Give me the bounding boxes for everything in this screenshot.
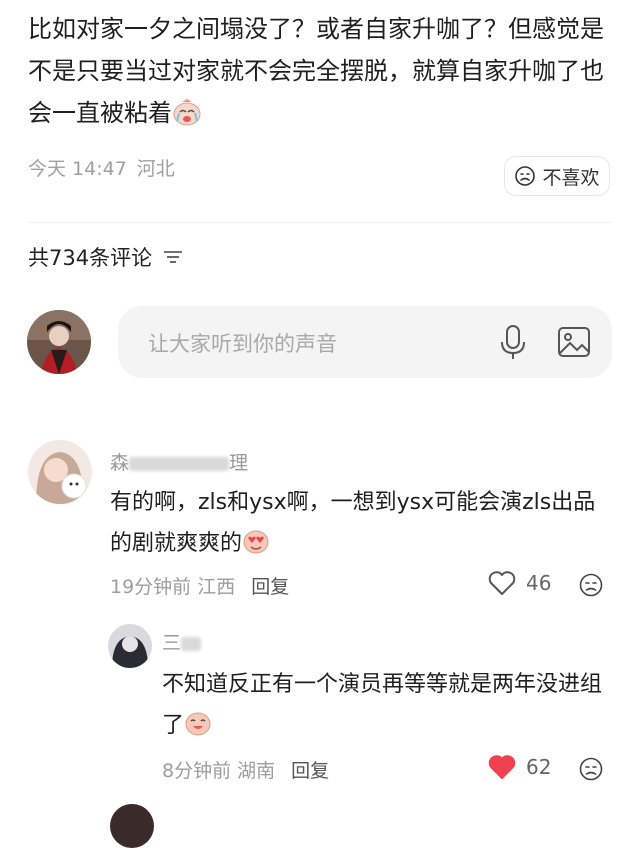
crying-face-emoji-icon bbox=[173, 99, 201, 126]
commenter-avatar[interactable] bbox=[28, 440, 92, 504]
comment-text[interactable]: 不知道反正有一个演员再等等就是两年没进组了 bbox=[162, 664, 614, 746]
comment-location: 湖南 bbox=[237, 760, 276, 782]
post-meta: 今天 14:47 河北 bbox=[28, 154, 175, 181]
comment-time: 8分钟前 bbox=[162, 760, 232, 782]
comment-count-header: 共734条评论 bbox=[28, 242, 184, 272]
post-location: 河北 bbox=[136, 158, 175, 180]
heart-eyes-emoji-icon bbox=[243, 530, 269, 554]
comment-text[interactable]: 有的啊，zls和ysx啊，一想到ysx可能会演zls出品的剧就爽爽的 bbox=[110, 482, 610, 564]
commenter-name-tail: 理 bbox=[229, 452, 249, 474]
dislike-face-icon[interactable] bbox=[578, 572, 604, 598]
commenter-name-visible: 森 bbox=[110, 452, 130, 474]
heart-outline-icon bbox=[488, 571, 516, 595]
reply-button[interactable]: 回复 bbox=[251, 572, 289, 599]
commenter-avatar[interactable] bbox=[110, 804, 154, 848]
dislike-button[interactable]: 不喜欢 bbox=[504, 156, 610, 196]
reply-button[interactable]: 回复 bbox=[291, 756, 329, 783]
comment-text-content: 有的啊，zls和ysx啊，一想到ysx可能会演zls出品的剧就爽爽的 bbox=[110, 490, 596, 556]
like-count: 46 bbox=[526, 571, 552, 595]
heart-filled-icon bbox=[488, 755, 516, 779]
dislike-label: 不喜欢 bbox=[542, 166, 600, 189]
post-text: 比如对家一夕之间塌没了？或者自家升咖了？但感觉是不是只要当过对家就不会完全摆脱，… bbox=[28, 8, 618, 134]
commenter-name[interactable]: 三 bbox=[162, 628, 202, 655]
like-button[interactable]: 46 bbox=[488, 570, 551, 596]
comment-location: 江西 bbox=[197, 576, 236, 598]
post-text-content: 比如对家一夕之间塌没了？或者自家升咖了？但感觉是不是只要当过对家就不会完全摆脱，… bbox=[28, 15, 604, 127]
sad-face-icon bbox=[515, 166, 536, 186]
comment-time: 19分钟前 bbox=[110, 576, 192, 598]
commenter-name-visible: 三 bbox=[162, 632, 182, 654]
comment-input-placeholder: 让大家听到你的声音 bbox=[148, 332, 337, 356]
comment-text-content: 不知道反正有一个演员再等等就是两年没进组了 bbox=[162, 672, 603, 738]
like-button[interactable]: 62 bbox=[488, 754, 551, 780]
divider bbox=[28, 222, 612, 223]
commenter-name[interactable]: 森理 bbox=[110, 448, 248, 475]
current-user-avatar[interactable] bbox=[27, 310, 91, 374]
post-time: 今天 14:47 bbox=[28, 158, 127, 180]
microphone-icon[interactable] bbox=[498, 324, 528, 362]
like-count: 62 bbox=[526, 755, 552, 779]
commenter-avatar[interactable] bbox=[108, 624, 152, 668]
comment-input[interactable]: 让大家听到你的声音 bbox=[118, 306, 612, 378]
comment-meta: 8分钟前 湖南 回复 bbox=[162, 756, 329, 783]
image-icon[interactable] bbox=[556, 324, 592, 360]
comment-meta: 19分钟前 江西 回复 bbox=[110, 572, 289, 599]
sort-icon[interactable] bbox=[162, 248, 184, 266]
laughing-face-emoji-icon bbox=[185, 712, 211, 736]
dislike-face-icon[interactable] bbox=[578, 756, 604, 782]
comment-count-label: 共734条评论 bbox=[28, 246, 153, 270]
